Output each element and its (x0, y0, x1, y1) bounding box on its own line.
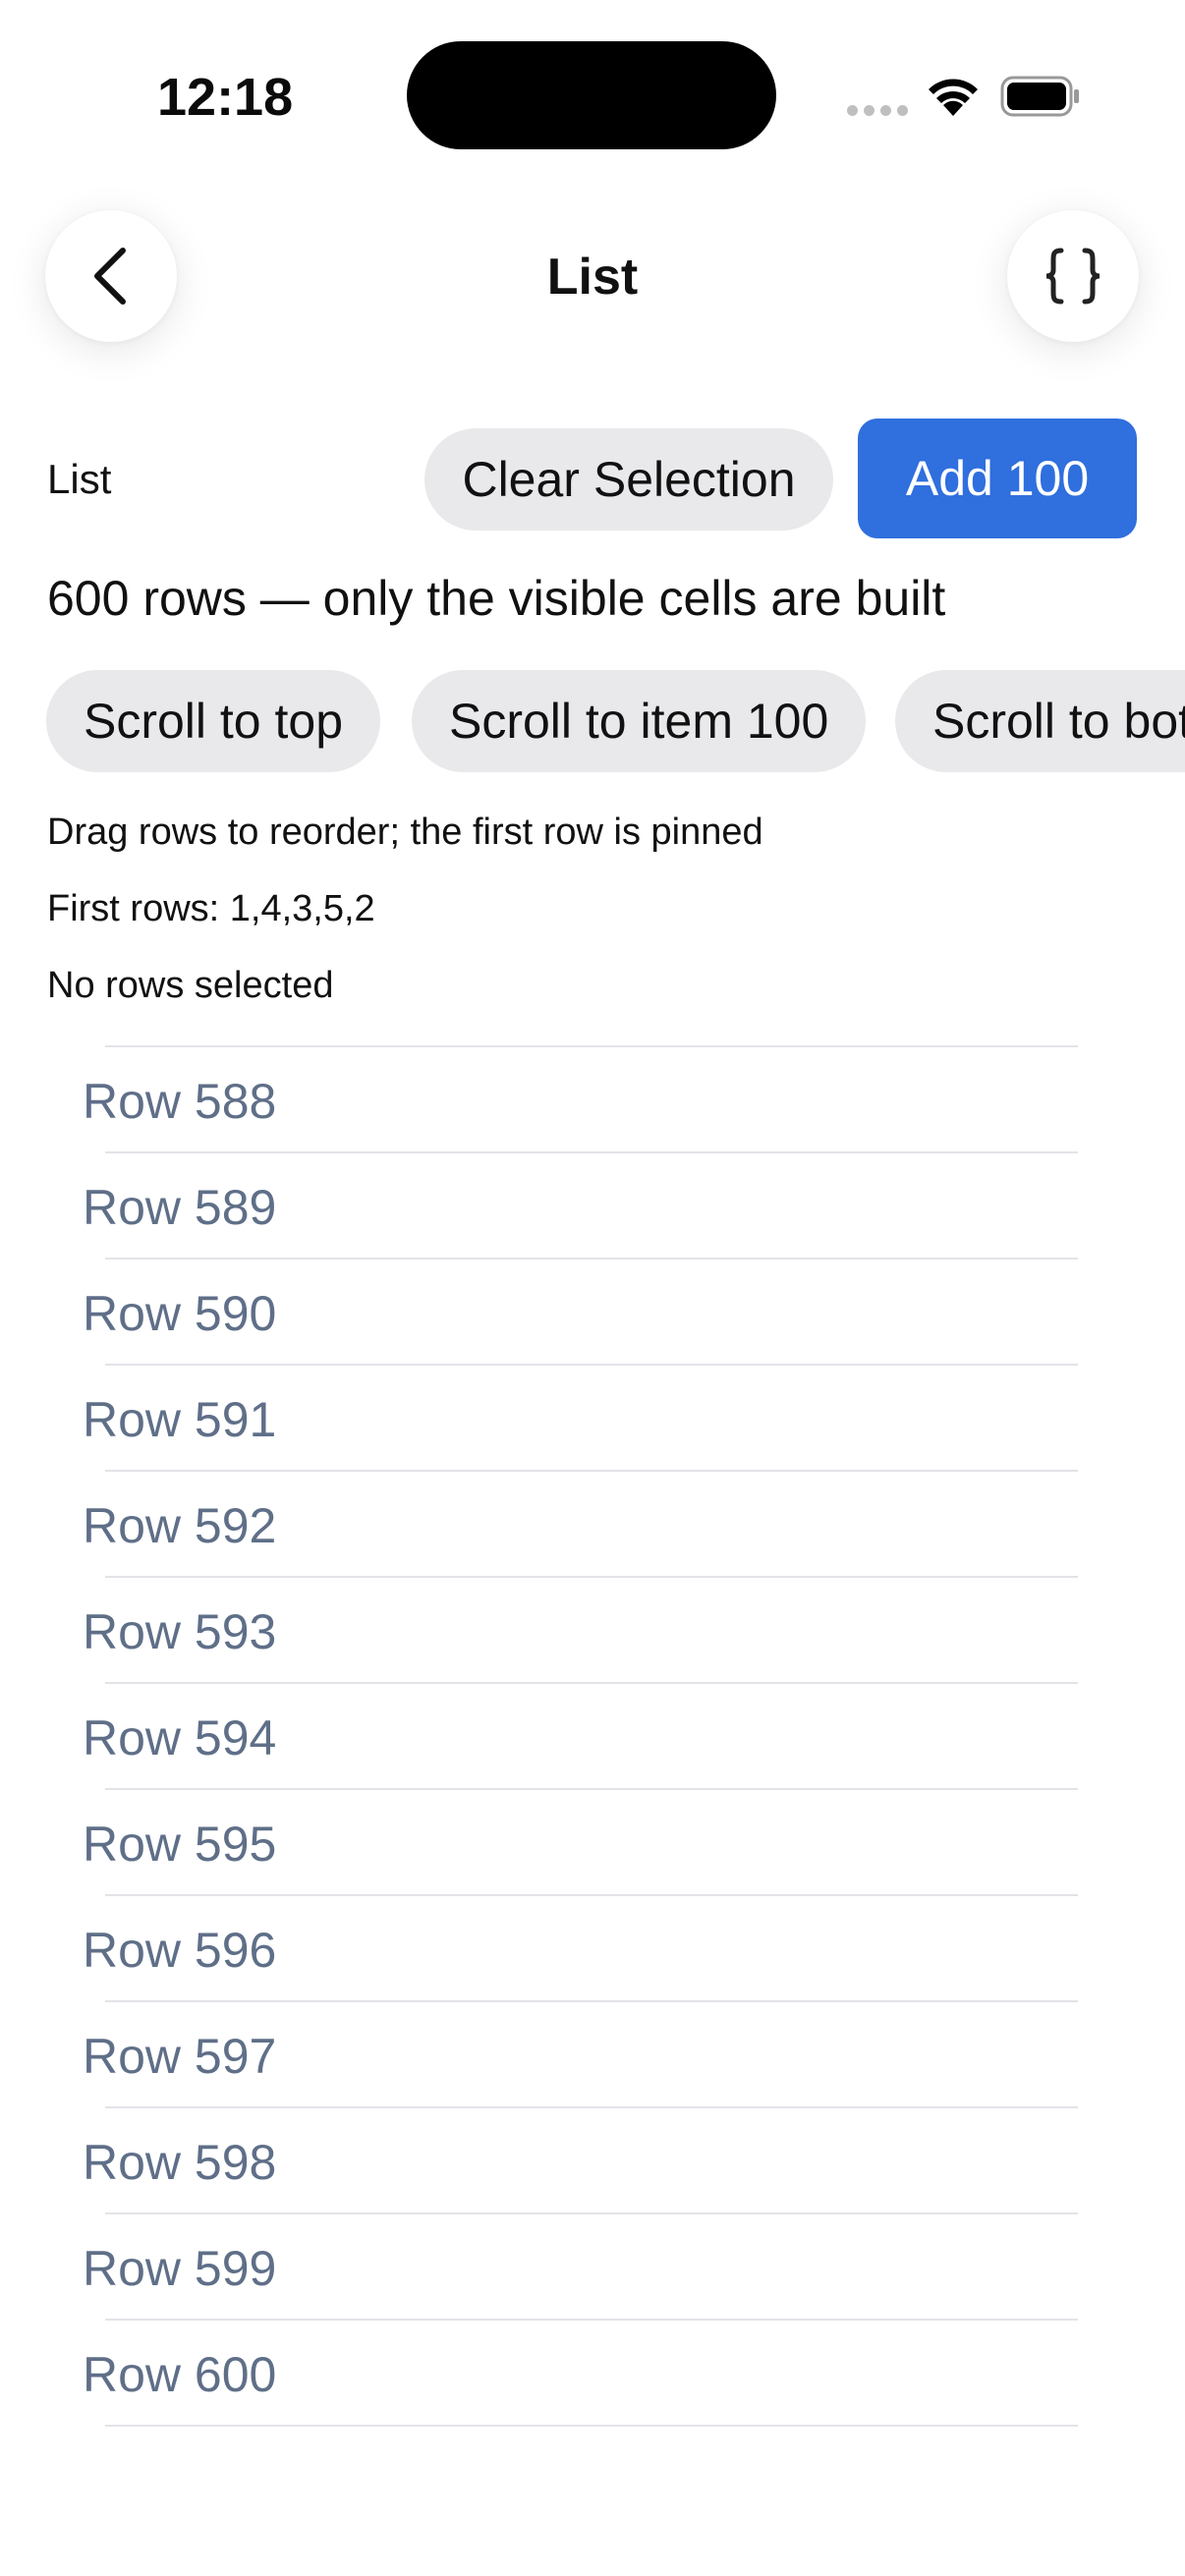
row-count-summary: 600 rows — only the visible cells are bu… (47, 571, 946, 626)
row-label: Row 593 (83, 1604, 277, 1659)
divider (105, 1045, 1078, 1047)
clear-selection-button[interactable]: Clear Selection (424, 428, 833, 531)
row-label: Row 591 (83, 1392, 277, 1447)
divider (105, 1364, 1078, 1366)
row-label: Row 594 (83, 1710, 277, 1765)
list-label: List (47, 456, 112, 502)
cellular-signal-icon (847, 102, 908, 118)
code-view-button[interactable] (1007, 210, 1139, 342)
selection-status: No rows selected (47, 965, 334, 1006)
divider (105, 2106, 1078, 2108)
list-row[interactable]: Row 599 (0, 2212, 1185, 2319)
scroll-to-bottom-button[interactable]: Scroll to bottom (895, 670, 1185, 772)
scroll-to-top-button[interactable]: Scroll to top (46, 670, 381, 772)
divider (105, 1470, 1078, 1472)
divider (105, 1894, 1078, 1896)
status-time: 12:18 (157, 68, 294, 127)
add-100-button[interactable]: Add 100 (858, 419, 1137, 538)
first-rows-status: First rows: 1,4,3,5,2 (47, 888, 375, 929)
divider (105, 2425, 1078, 2427)
battery-icon (1000, 76, 1079, 117)
divider (105, 1151, 1078, 1153)
scroll-buttons-strip[interactable]: Scroll to top Scroll to item 100 Scroll … (0, 668, 1185, 772)
row-label: Row 599 (83, 2241, 277, 2296)
dynamic-island (407, 41, 776, 149)
row-label: Row 588 (83, 1074, 277, 1129)
list-row[interactable]: Row 594 (0, 1682, 1185, 1788)
list-row[interactable]: Row 600 (0, 2319, 1185, 2427)
status-bar: 12:18 (0, 0, 1185, 187)
list-row[interactable]: Row 598 (0, 2106, 1185, 2212)
list-row[interactable]: Row 591 (0, 1364, 1185, 1470)
list-row[interactable]: Row 593 (0, 1576, 1185, 1682)
divider (105, 2000, 1078, 2002)
row-label: Row 592 (83, 1498, 277, 1553)
curly-braces-icon (1045, 248, 1100, 305)
row-label: Row 596 (83, 1923, 277, 1978)
list-row[interactable]: Row 590 (0, 1258, 1185, 1364)
divider (105, 2212, 1078, 2214)
row-label: Row 589 (83, 1180, 277, 1235)
list-row[interactable]: Row 596 (0, 1894, 1185, 2000)
drag-hint: Drag rows to reorder; the first row is p… (47, 812, 763, 853)
row-label: Row 590 (83, 1286, 277, 1341)
divider (105, 1576, 1078, 1578)
row-list[interactable]: Row 588 Row 589 Row 590 Row 591 Row 592 … (0, 1045, 1185, 2427)
list-row[interactable]: Row 595 (0, 1788, 1185, 1894)
list-row[interactable]: Row 597 (0, 2000, 1185, 2106)
row-label: Row 598 (83, 2135, 277, 2190)
list-row[interactable]: Row 589 (0, 1151, 1185, 1258)
row-label: Row 595 (83, 1817, 277, 1872)
scroll-to-item-100-button[interactable]: Scroll to item 100 (412, 670, 867, 772)
row-label: Row 597 (83, 2029, 277, 2084)
row-label: Row 600 (83, 2347, 277, 2402)
divider (105, 1682, 1078, 1684)
divider (105, 2319, 1078, 2321)
divider (105, 1258, 1078, 1260)
list-row[interactable]: Row 592 (0, 1470, 1185, 1576)
list-row[interactable]: Row 588 (0, 1045, 1185, 1151)
wifi-icon (929, 79, 978, 116)
divider (105, 1788, 1078, 1790)
